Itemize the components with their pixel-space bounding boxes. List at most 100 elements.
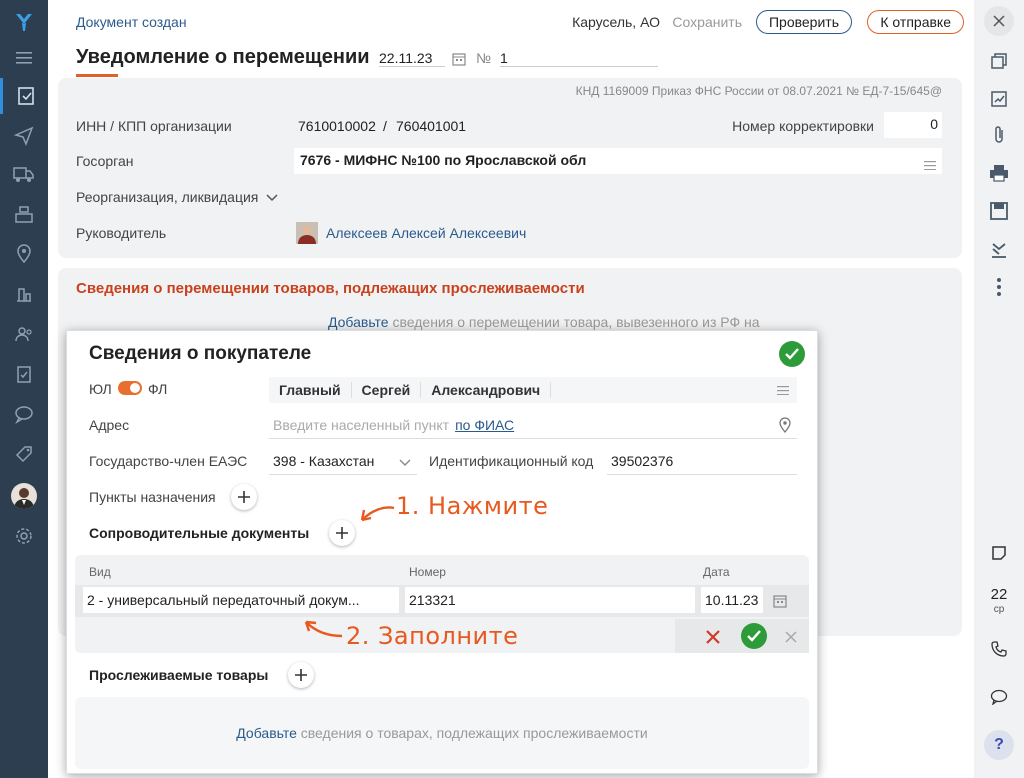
list-icon[interactable] (777, 382, 789, 398)
annotation-arrow-2 (304, 620, 343, 638)
fl-label: ФЛ (148, 381, 168, 397)
correction-label: Номер корректировки (732, 118, 874, 134)
send-button[interactable]: К отправке (867, 10, 964, 34)
phone-icon[interactable] (974, 634, 1024, 664)
section-hint: Добавьте сведения о перемещении товара, … (328, 314, 760, 330)
dialog-title: Сведения о покупателе (89, 343, 312, 364)
confirm-check-icon[interactable] (779, 341, 805, 367)
col-type-header: Вид (89, 565, 111, 579)
buyer-dialog: Сведения о покупателе ЮЛ ФЛ Главный Серг… (66, 330, 818, 774)
fio-field[interactable]: Главный Сергей Александрович (269, 377, 797, 403)
annotation-step1: 1. Нажмите (396, 492, 549, 520)
country-select[interactable]: 398 - Казахстан (269, 449, 417, 475)
idcode-label: Идентификационный код (429, 453, 594, 469)
send-icon[interactable] (0, 118, 48, 154)
annotation-step2: 2. Заполните (346, 622, 519, 650)
logo-icon[interactable] (0, 4, 48, 40)
right-sidebar: 22 ср ? (974, 0, 1024, 778)
gosorgan-field[interactable]: 7676 - МИФНС №100 по Ярославской обл (294, 148, 942, 174)
goods-empty-state: Добавьте сведения о товарах, подлежащих … (75, 697, 809, 769)
address-field[interactable]: Введите населенный пункт по ФИАС (269, 413, 797, 439)
section-title: Сведения о перемещении товаров, подлежащ… (76, 280, 585, 297)
user-avatar[interactable] (0, 478, 48, 514)
map-pin-icon[interactable] (0, 236, 48, 272)
settings-gear-icon[interactable] (0, 518, 48, 554)
chevron-down-icon (399, 459, 411, 466)
cash-register-icon[interactable] (0, 196, 48, 232)
kpp-value: 760401001 (396, 118, 467, 134)
row-actions (675, 619, 809, 653)
warehouse-icon[interactable] (0, 276, 48, 312)
menu-icon[interactable] (0, 40, 48, 76)
idcode-field[interactable]: 39502376 (607, 449, 797, 475)
middle-name[interactable]: Александрович (421, 382, 552, 398)
document-number-field[interactable]: 1 (500, 50, 658, 67)
chat-icon[interactable] (0, 396, 48, 432)
location-pin-icon[interactable] (779, 417, 791, 436)
help-button[interactable]: ? (974, 730, 1024, 760)
calendar-icon[interactable] (452, 52, 466, 69)
organization-card: КНД 1169009 Приказ ФНС России от 08.07.2… (58, 78, 962, 258)
save-row-check-icon[interactable] (741, 623, 767, 649)
note-icon[interactable] (974, 538, 1024, 568)
title-underline (76, 74, 118, 77)
truck-icon[interactable] (0, 156, 48, 192)
close-icon (993, 15, 1005, 27)
last-name[interactable]: Главный (269, 382, 352, 398)
add-movement-link[interactable]: Добавьте (328, 314, 389, 330)
doc-number-value: 213321 (409, 592, 456, 608)
more-dots-icon[interactable] (974, 272, 1024, 302)
close-panel[interactable] (974, 6, 1024, 36)
col-date-header: Дата (703, 565, 730, 579)
head-label: Руководитель (76, 225, 167, 241)
doc-type-select[interactable]: 2 - универсальный передаточный докум... (83, 587, 399, 613)
export-icon[interactable] (974, 234, 1024, 264)
calendar-day[interactable]: 22 ср (974, 586, 1024, 616)
paperclip-icon[interactable] (974, 120, 1024, 150)
address-placeholder: Введите населенный пункт (273, 417, 450, 433)
list-icon[interactable] (924, 157, 936, 173)
add-goods-link[interactable]: Добавьте (236, 725, 297, 741)
copy-icon[interactable] (974, 46, 1024, 76)
documents-icon[interactable] (0, 78, 48, 114)
gosorgan-label: Госорган (76, 153, 134, 169)
calendar-weekday: ср (993, 604, 1005, 615)
tasks-icon[interactable] (0, 356, 48, 392)
add-goods-plus-icon[interactable] (288, 662, 314, 688)
reorg-toggle[interactable]: Реорганизация, ликвидация (76, 189, 278, 205)
tag-icon[interactable] (0, 436, 48, 472)
address-label: Адрес (89, 417, 130, 433)
chat-bubble-icon[interactable] (974, 682, 1024, 712)
add-document-plus-icon[interactable] (329, 520, 355, 546)
contacts-icon[interactable] (0, 316, 48, 352)
inn-separator: / (383, 118, 387, 134)
close-icon[interactable] (785, 630, 797, 646)
country-value: 398 - Казахстан (273, 453, 375, 469)
doc-number-field[interactable]: 213321 (405, 587, 695, 613)
add-point-plus-icon[interactable] (231, 484, 257, 510)
print-icon[interactable] (974, 158, 1024, 188)
left-sidebar (0, 0, 48, 778)
reorg-label: Реорганизация, ликвидация (76, 189, 259, 205)
head-name-link[interactable]: Алексеев Алексей Алексеевич (326, 225, 526, 241)
company-name[interactable]: Карусель, АО (572, 14, 660, 30)
inn-label: ИНН / КПП организации (76, 118, 232, 134)
doc-date-field[interactable]: 10.11.23 (701, 587, 763, 613)
check-button[interactable]: Проверить (755, 10, 852, 34)
country-label: Государство-член ЕАЭС (89, 453, 248, 469)
ul-label: ЮЛ (89, 381, 112, 397)
delete-x-icon[interactable] (705, 629, 721, 648)
document-date-field[interactable]: 22.11.23 (379, 50, 445, 67)
fias-link[interactable]: по ФИАС (455, 417, 514, 433)
sign-document-icon[interactable] (974, 84, 1024, 114)
chevron-down-icon (266, 194, 278, 202)
save-button[interactable]: Сохранить (672, 14, 742, 30)
correction-field[interactable]: 0 (884, 112, 942, 138)
top-toolbar: Документ создан Карусель, АО Сохранить П… (76, 10, 964, 36)
person-type-toggle[interactable] (118, 381, 142, 395)
head-photo (296, 222, 318, 244)
first-name[interactable]: Сергей (352, 382, 422, 398)
inn-value: 7610010002 (298, 118, 376, 134)
save-disk-icon[interactable] (974, 196, 1024, 226)
calendar-icon[interactable] (773, 594, 787, 611)
